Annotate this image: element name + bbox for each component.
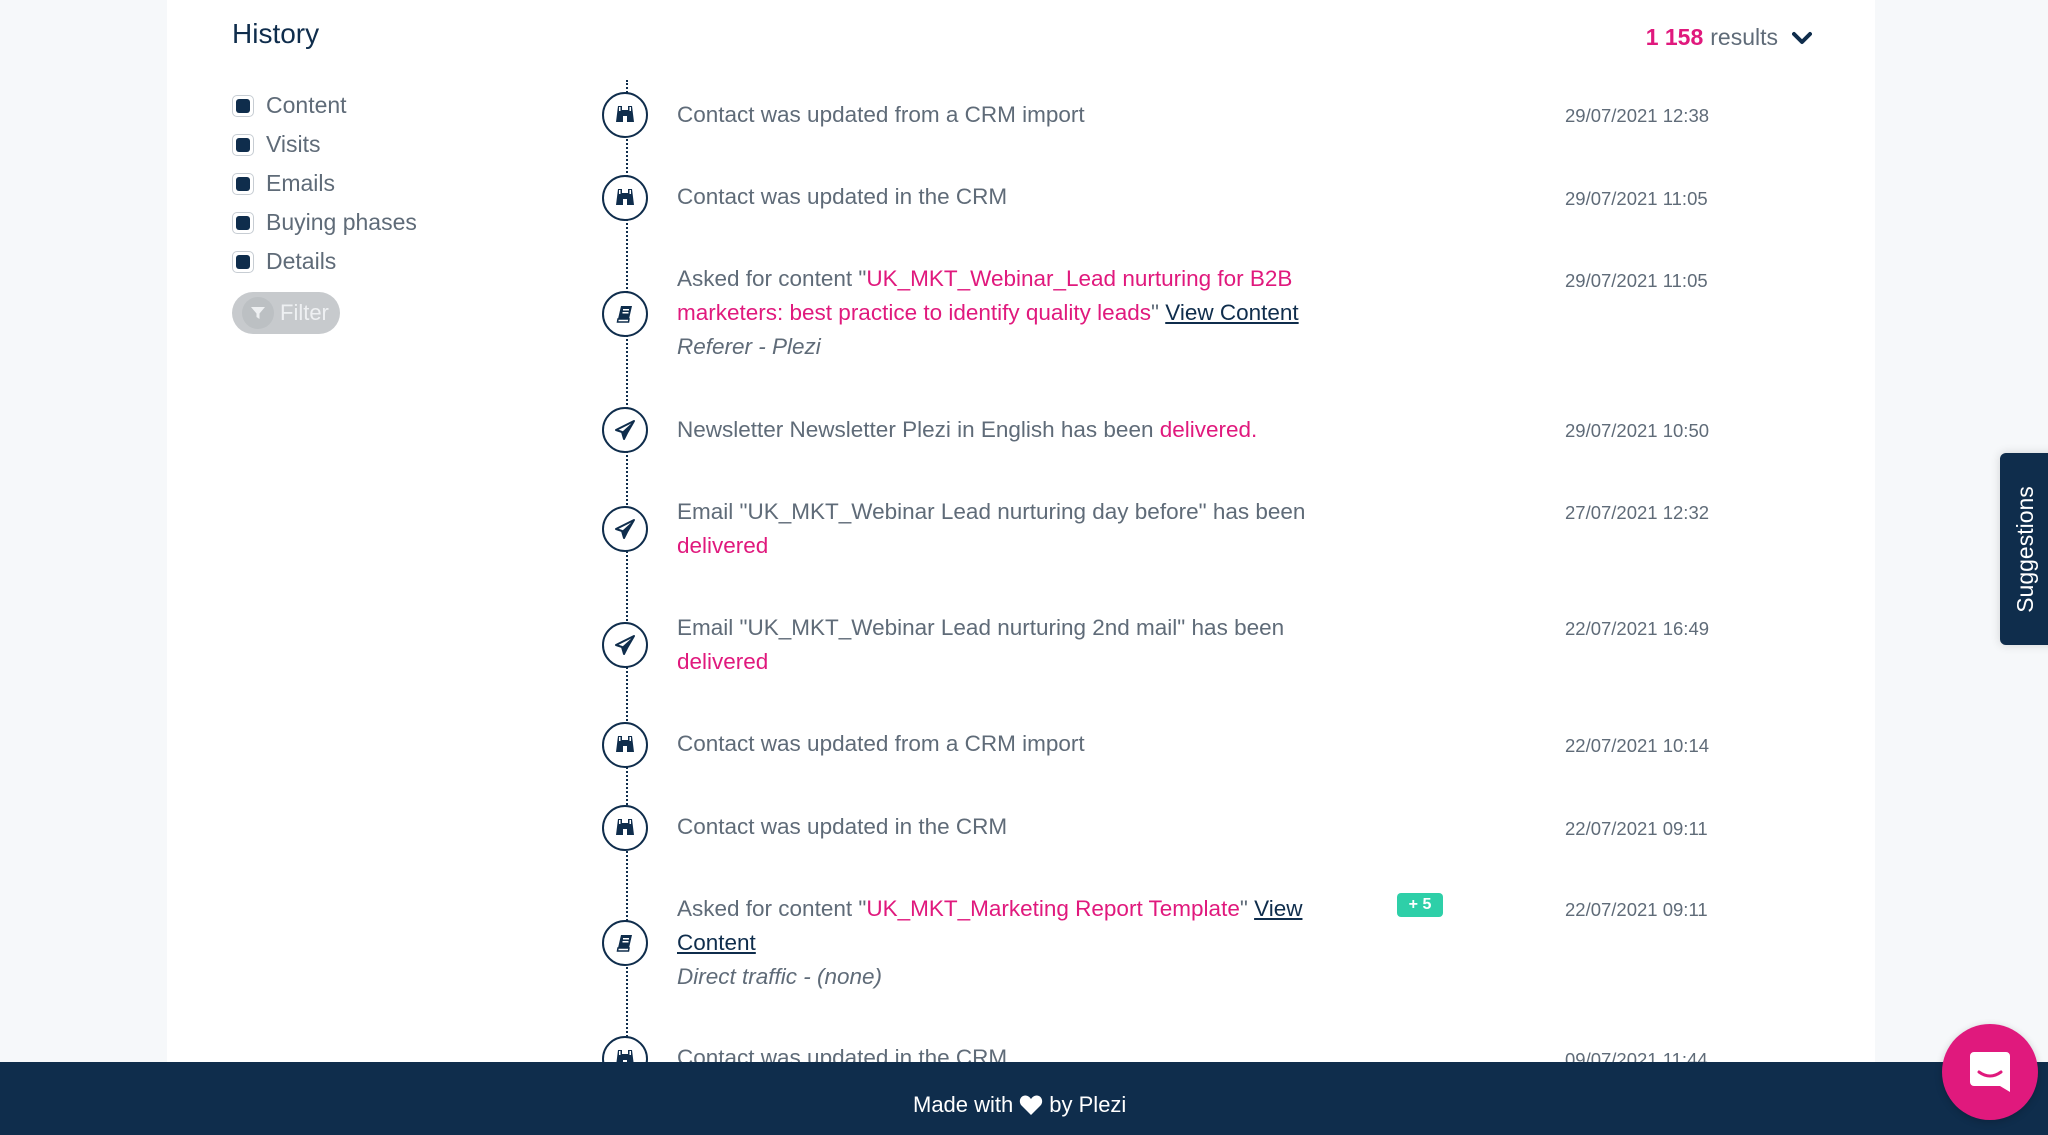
chevron-down-icon[interactable]: [1792, 24, 1812, 51]
timeline-text: Email "UK_MKT_Webinar Lead nurturing 2nd…: [677, 611, 1317, 679]
timeline-text: Email "UK_MKT_Webinar Lead nurturing day…: [677, 495, 1317, 563]
binoculars-icon: [602, 805, 648, 851]
status-delivered: delivered.: [1159, 417, 1258, 442]
checkbox[interactable]: [232, 211, 254, 234]
text-prefix: Newsletter Newsletter Plezi in English h…: [677, 417, 1160, 442]
heart-icon: [1020, 1095, 1043, 1115]
filter-label: Emails: [266, 170, 336, 196]
referer-text: Referer - Plezi: [677, 334, 821, 359]
timeline-text: Asked for content "UK_MKT_Marketing Repo…: [677, 892, 1317, 994]
footer-made-with: Made with: [913, 1092, 1014, 1117]
text-suffix: ": [1150, 300, 1166, 325]
text-prefix: Asked for content ": [677, 896, 867, 921]
filter-label: Details: [266, 248, 337, 274]
timeline-date: 22/07/2021 09:11: [1565, 899, 1708, 920]
filter-label: Buying phases: [266, 209, 417, 235]
footer-credit: Made with by Plezi: [913, 1092, 1126, 1118]
filter-content[interactable]: Content: [232, 86, 417, 125]
timeline-text: Contact was updated in the CRM: [677, 814, 1008, 839]
text-prefix: Asked for content ": [677, 266, 867, 291]
results-label: results: [1710, 24, 1778, 50]
filter-emails[interactable]: Emails: [232, 164, 417, 203]
checkbox[interactable]: [232, 133, 254, 156]
checkbox[interactable]: [232, 94, 254, 117]
timeline-text: Contact was updated from a CRM import: [677, 731, 1085, 756]
timeline-text: Asked for content "UK_MKT_Webinar_Lead n…: [677, 262, 1317, 364]
timeline-date: 22/07/2021 10:14: [1565, 735, 1710, 756]
book-icon: [602, 920, 648, 966]
footer-by: by Plezi: [1049, 1092, 1127, 1117]
timeline-text: Contact was updated from a CRM import: [677, 102, 1085, 127]
filter-list: Content Visits Emails Buying phases Deta…: [232, 86, 417, 281]
chat-icon: [1970, 1052, 2010, 1092]
binoculars-icon: [602, 175, 648, 221]
filter-button-label: Filter: [280, 300, 329, 325]
referer-text: Direct traffic - (none): [677, 964, 883, 989]
filter-label: Content: [266, 92, 347, 118]
timeline-date: 22/07/2021 16:49: [1565, 618, 1710, 639]
text-prefix: Email "UK_MKT_Webinar Lead nurturing 2nd…: [677, 615, 1285, 640]
results-count: 1 158: [1645, 24, 1704, 50]
checkbox[interactable]: [232, 172, 254, 195]
timeline-date: 29/07/2021 11:05: [1565, 270, 1708, 291]
filter-details[interactable]: Details: [232, 242, 417, 281]
chat-launcher-button[interactable]: [1942, 1024, 2038, 1120]
paper-plane-icon: [602, 506, 648, 552]
filter-button[interactable]: Filter: [232, 292, 340, 334]
history-title: History: [232, 18, 320, 49]
timeline-date: 29/07/2021 10:50: [1565, 420, 1710, 441]
timeline-date: 22/07/2021 09:11: [1565, 818, 1708, 839]
binoculars-icon: [602, 722, 648, 768]
paper-plane-icon: [602, 407, 648, 453]
footer: Made with by Plezi: [0, 1062, 2048, 1135]
binoculars-icon: [602, 92, 648, 138]
view-content-link[interactable]: View Content: [1165, 300, 1298, 325]
checkbox[interactable]: [232, 250, 254, 273]
filter-buying-phases[interactable]: Buying phases: [232, 203, 417, 242]
timeline-date: 27/07/2021 12:32: [1565, 502, 1710, 523]
filter-visits[interactable]: Visits: [232, 125, 417, 164]
more-badge[interactable]: + 5: [1397, 893, 1443, 917]
text-prefix: Email "UK_MKT_Webinar Lead nurturing day…: [677, 499, 1306, 524]
status-delivered: delivered: [677, 533, 769, 558]
content-title: UK_MKT_Marketing Report Template: [866, 896, 1240, 921]
timeline-text: Contact was updated in the CRM: [677, 184, 1008, 209]
filter-label: Visits: [266, 131, 321, 157]
text-suffix: ": [1239, 896, 1255, 921]
status-delivered: delivered: [677, 649, 769, 674]
book-icon: [602, 291, 648, 337]
results-summary[interactable]: 1 158 results: [1646, 24, 1812, 51]
suggestions-label: Suggestions: [2011, 485, 2038, 613]
timeline-date: 29/07/2021 11:05: [1565, 188, 1708, 209]
timeline-text: Newsletter Newsletter Plezi in English h…: [677, 413, 1317, 447]
timeline-date: 29/07/2021 12:38: [1565, 105, 1710, 126]
paper-plane-icon: [602, 622, 648, 668]
suggestions-tab[interactable]: Suggestions: [2000, 453, 2048, 645]
funnel-icon: [242, 297, 274, 329]
